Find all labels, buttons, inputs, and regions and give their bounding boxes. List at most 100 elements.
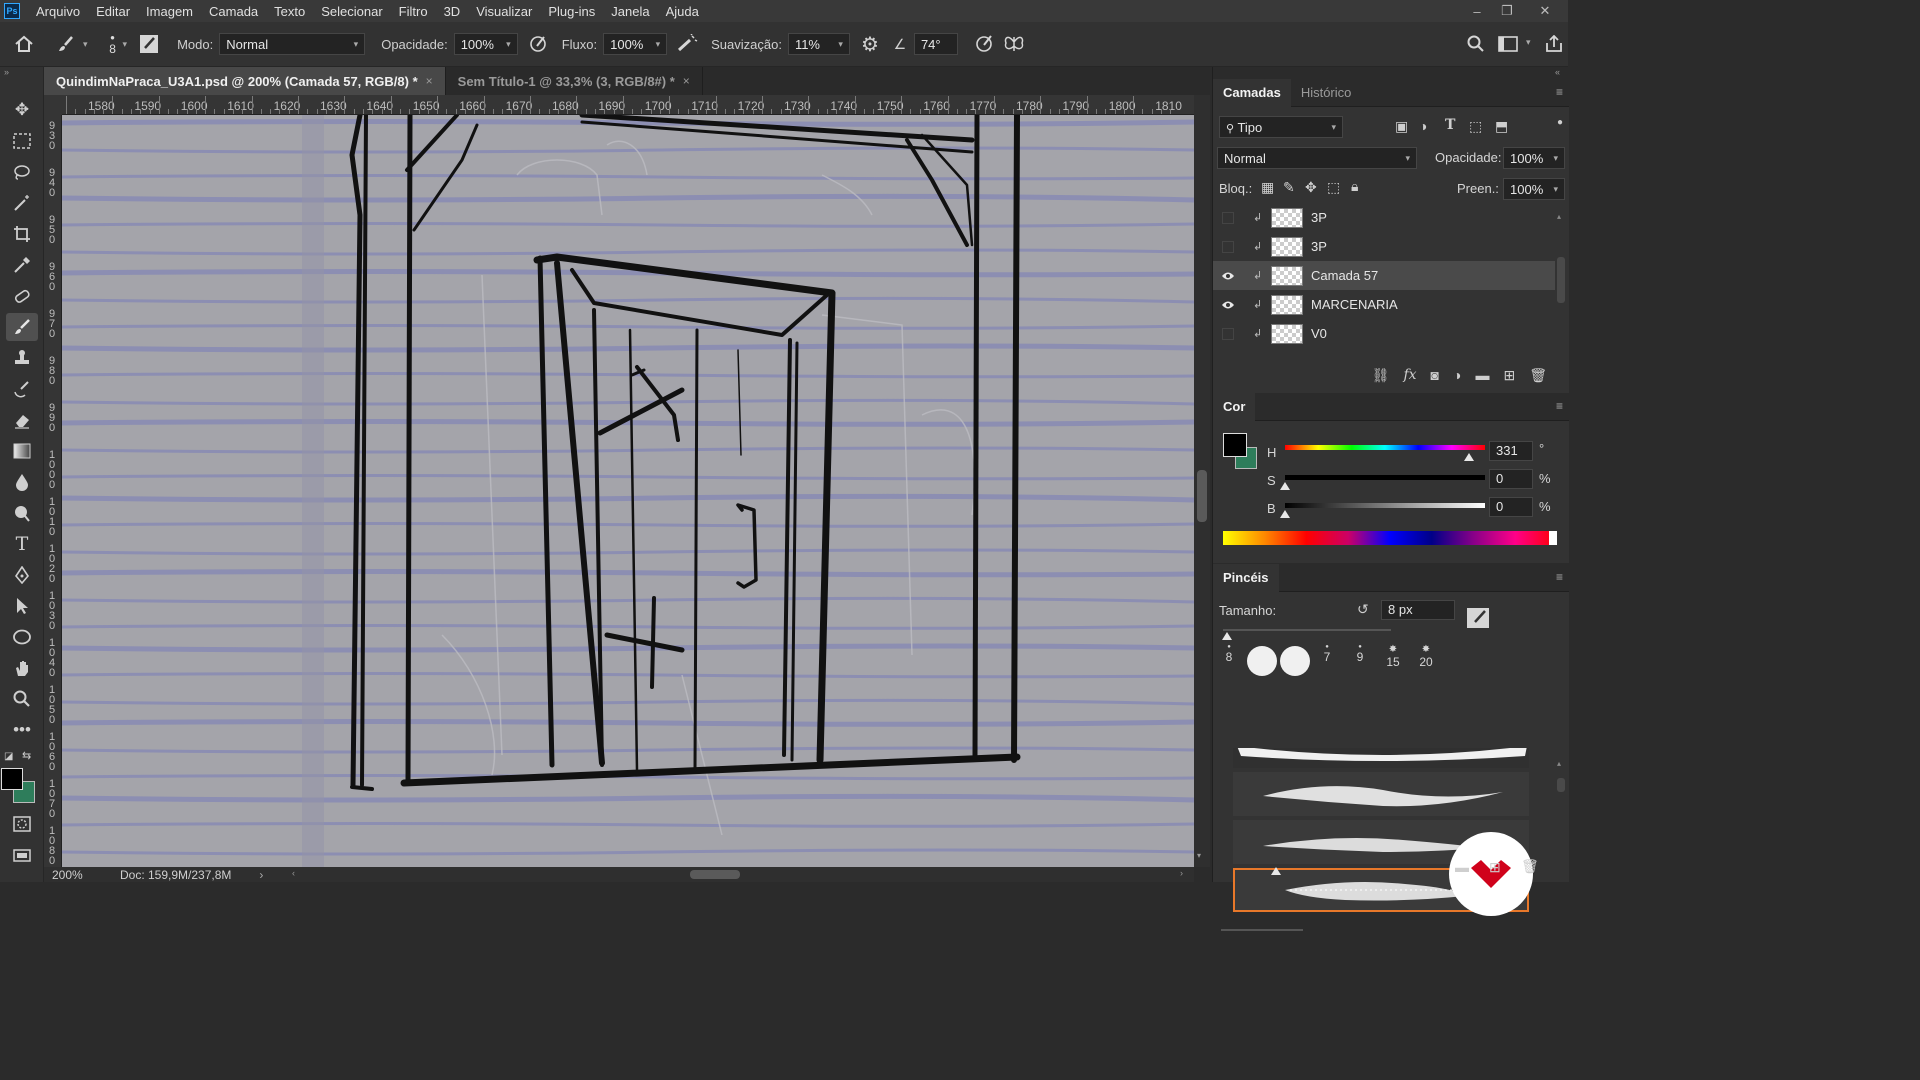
clone-stamp-tool-icon[interactable]: [6, 344, 38, 372]
layer-thumbnail[interactable]: [1271, 323, 1303, 344]
share-icon[interactable]: [1540, 30, 1568, 58]
swap-colors-icon[interactable]: ⇆: [22, 749, 31, 762]
fill-field[interactable]: 100% ▾: [1503, 178, 1565, 200]
brush-preset[interactable]: ● 7: [1319, 644, 1335, 664]
default-colors-icon[interactable]: ◪: [4, 751, 13, 762]
blend-mode-select[interactable]: Normal ▾: [1217, 147, 1417, 169]
menu-ajuda[interactable]: Ajuda: [658, 4, 707, 19]
smoothing-field[interactable]: 11% ▾: [787, 33, 850, 55]
new-layer-icon[interactable]: ⊞: [1503, 367, 1515, 384]
panel-foreground-swatch[interactable]: [1223, 433, 1247, 457]
filter-pixel-icon[interactable]: ▣: [1395, 118, 1408, 135]
saturation-slider-knob[interactable]: [1280, 482, 1290, 490]
size-slider[interactable]: [1223, 629, 1391, 631]
marquee-tool-icon[interactable]: [6, 127, 38, 155]
adjustment-layer-icon[interactable]: ◑: [1453, 367, 1461, 383]
tab-historico[interactable]: Histórico: [1291, 79, 1362, 107]
saturation-slider[interactable]: [1285, 475, 1485, 480]
dodge-tool-icon[interactable]: [6, 499, 38, 527]
tab-camadas[interactable]: Camadas: [1213, 78, 1291, 107]
visibility-toggle[interactable]: [1213, 203, 1243, 232]
minimize-button[interactable]: –: [1462, 0, 1492, 22]
menu-filtro[interactable]: Filtro: [391, 4, 436, 19]
eyedropper-tool-icon[interactable]: [6, 251, 38, 279]
collapse-panel-icon[interactable]: »: [4, 67, 9, 77]
workspace-icon[interactable]: [1494, 30, 1522, 58]
menu-camada[interactable]: Camada: [201, 4, 266, 19]
layer-thumbnail[interactable]: [1271, 236, 1303, 257]
brush-tool-icon[interactable]: [6, 313, 38, 341]
new-brush-plus-icon[interactable]: ⊞: [1489, 859, 1501, 876]
new-group-folder-icon[interactable]: ▬: [1455, 859, 1469, 875]
brush-size-picker[interactable]: ● 8: [106, 33, 120, 56]
panel-menu-icon[interactable]: ≡: [1556, 570, 1563, 584]
brush-list-scrollbar[interactable]: ▴: [1557, 754, 1565, 874]
brush-preset[interactable]: ✸ 15: [1383, 644, 1403, 669]
brush-tool-icon[interactable]: [52, 30, 80, 58]
layer-name[interactable]: Camada 57: [1311, 268, 1378, 283]
color-ramp-white[interactable]: [1549, 531, 1557, 545]
path-selection-tool-icon[interactable]: [6, 592, 38, 620]
brush-preset[interactable]: ● 9: [1352, 644, 1368, 664]
brightness-slider-knob[interactable]: [1280, 510, 1290, 518]
filter-smart-object-icon[interactable]: ⬒: [1495, 118, 1508, 135]
quick-mask-icon[interactable]: [6, 810, 38, 838]
move-tool-icon[interactable]: ✥: [6, 96, 38, 124]
brush-preset-round-soft[interactable]: [1247, 646, 1277, 676]
visibility-toggle[interactable]: [1213, 232, 1243, 261]
hue-slider[interactable]: [1285, 445, 1485, 450]
menu-texto[interactable]: Texto: [266, 4, 313, 19]
menu-editar[interactable]: Editar: [88, 4, 138, 19]
pressure-opacity-icon[interactable]: [524, 30, 552, 58]
zoom-tool-icon[interactable]: [6, 685, 38, 713]
scroll-thumb[interactable]: [1557, 257, 1565, 303]
lock-pixels-brush-icon[interactable]: ✎: [1283, 179, 1295, 196]
brush-size-caret-icon[interactable]: ▾: [123, 39, 128, 50]
visibility-toggle[interactable]: [1213, 319, 1243, 348]
opacity-field[interactable]: 100% ▾: [453, 33, 518, 55]
close-icon[interactable]: ×: [683, 74, 690, 88]
brush-size-field[interactable]: 8 px: [1381, 600, 1455, 620]
layer-thumbnail[interactable]: [1271, 294, 1303, 315]
delete-brush-trash-icon[interactable]: 🗑︎: [1521, 858, 1539, 875]
flow-field[interactable]: 100% ▾: [603, 33, 668, 55]
scroll-left-icon[interactable]: ‹: [292, 868, 295, 878]
filter-toggle-icon[interactable]: ●: [1557, 117, 1563, 128]
delete-layer-trash-icon[interactable]: 🗑︎: [1529, 367, 1547, 384]
search-icon[interactable]: [1462, 30, 1490, 58]
document-canvas[interactable]: [62, 115, 1194, 867]
hue-slider-knob[interactable]: [1464, 453, 1474, 461]
eye-icon[interactable]: [1213, 261, 1243, 290]
menu-plugins[interactable]: Plug-ins: [540, 4, 603, 19]
saturation-value-field[interactable]: 0: [1489, 469, 1533, 489]
brush-preset-round-hard[interactable]: [1280, 646, 1310, 676]
blur-tool-icon[interactable]: [6, 468, 38, 496]
filter-shape-icon[interactable]: ⬚: [1469, 118, 1482, 135]
layer-row[interactable]: ↲ Camada 57: [1213, 261, 1555, 290]
layer-name[interactable]: 3P: [1311, 210, 1327, 225]
scroll-down-icon[interactable]: ▾: [1197, 851, 1201, 860]
reset-size-icon[interactable]: ↺: [1357, 601, 1369, 618]
menu-3d[interactable]: 3D: [436, 4, 469, 19]
layer-name[interactable]: V0: [1311, 326, 1327, 341]
layer-thumbnail[interactable]: [1271, 265, 1303, 286]
airbrush-icon[interactable]: [673, 30, 701, 58]
layer-row[interactable]: ↲ 3P: [1213, 232, 1555, 261]
layer-row[interactable]: ↲ 3P: [1213, 203, 1555, 232]
color-ramp[interactable]: [1223, 531, 1557, 545]
collapse-panels-icon[interactable]: «: [1555, 67, 1560, 77]
lasso-tool-icon[interactable]: [6, 158, 38, 186]
ellipse-tool-icon[interactable]: [6, 623, 38, 651]
tab-cor[interactable]: Cor: [1213, 392, 1256, 421]
link-layers-icon[interactable]: ⛓: [1372, 367, 1390, 384]
gradient-tool-icon[interactable]: [6, 437, 38, 465]
mode-select[interactable]: Normal ▾: [219, 33, 366, 55]
tab-quindim[interactable]: QuindimNaPraca_U3A1.psd @ 200% (Camada 5…: [44, 67, 446, 95]
scroll-up-icon[interactable]: ▴: [1557, 759, 1561, 768]
panel-menu-icon[interactable]: ≡: [1556, 399, 1563, 413]
pressure-size-icon[interactable]: [970, 30, 998, 58]
horizontal-ruler[interactable]: 1580 1590 1600 1610 1620 1630 1640 1650 1660 1670…: [62, 95, 1194, 115]
tab-pinceis[interactable]: Pincéis: [1213, 563, 1279, 592]
status-menu-arrow-icon[interactable]: ›: [259, 868, 263, 882]
brightness-value-field[interactable]: 0: [1489, 497, 1533, 517]
